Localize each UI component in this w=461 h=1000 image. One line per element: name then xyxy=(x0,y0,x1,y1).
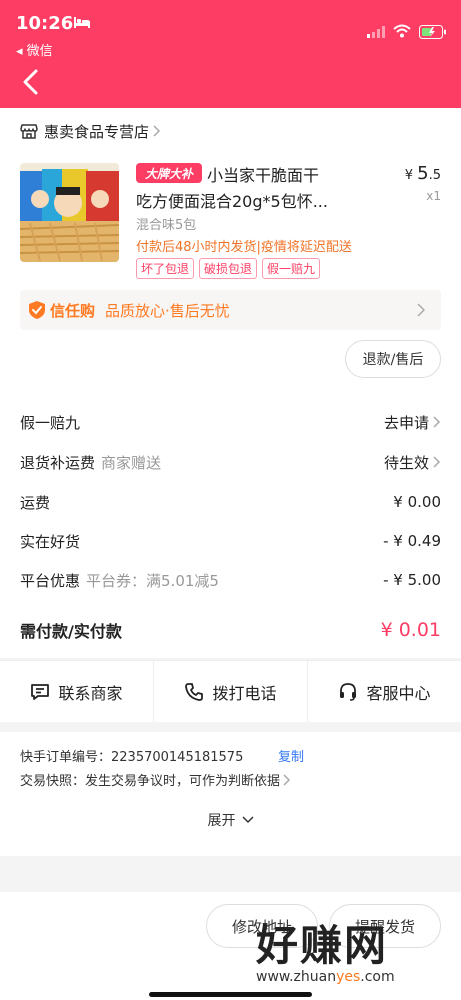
product-title-line1[interactable]: 小当家干脆面干 xyxy=(207,162,319,186)
guarantee-tags: 坏了包退 破损包退 假一赔九 xyxy=(136,258,321,279)
wifi-icon xyxy=(393,24,411,38)
price-integer: 5 xyxy=(417,163,429,184)
product-thumbnail[interactable] xyxy=(20,163,119,262)
trade-snapshot-link[interactable]: 交易快照：发生交易争议时，可作为判断依据 xyxy=(20,770,291,789)
brand-badge: 大牌大补 xyxy=(136,163,202,183)
product-image xyxy=(20,163,119,262)
row-label: 运费 xyxy=(20,493,51,512)
shipping-fee-row: 运费 ¥ 0.00 xyxy=(20,490,441,514)
chevron-right-icon xyxy=(433,416,441,428)
call-phone-label: 拨打电话 xyxy=(212,683,277,703)
expand-label: 展开 xyxy=(207,813,236,829)
order-details-card: 快手订单编号：2235700145181575 复制 交易快照：发生交易争议时，… xyxy=(0,732,461,856)
chevron-right-icon xyxy=(433,456,441,468)
chevron-right-icon xyxy=(153,125,161,137)
trust-name: 信任购 xyxy=(50,301,96,320)
refund-aftersale-button[interactable]: 退款/售后 xyxy=(345,340,441,378)
watermark-url-part: .com xyxy=(360,969,395,985)
total-row: 需付款/实付款 ¥ 0.01 xyxy=(20,618,441,642)
shop-name: 惠卖食品专营店 xyxy=(44,122,150,141)
copy-button[interactable]: 复制 xyxy=(278,746,304,765)
shipping-note: 付款后48小时内发货|疫情将延迟配送 xyxy=(136,240,352,255)
home-indicator xyxy=(149,992,312,997)
phone-icon xyxy=(185,682,204,701)
product-price: ¥ 5.5 xyxy=(405,163,441,184)
watermark-url-part: yes xyxy=(336,969,361,985)
trust-description: 品质放心·售后无忧 xyxy=(105,301,230,320)
row-label: 平台优惠 xyxy=(20,571,81,590)
status-bar: 10:26 ◂ 微信 xyxy=(0,0,461,59)
order-card: 惠卖食品专营店 大牌大补 小当家干脆面干 吃方便面混合20g*5包怀... ¥ … xyxy=(0,108,461,658)
fake-compensation-row[interactable]: 假一赔九 去申请 xyxy=(20,410,441,434)
shop-row[interactable]: 惠卖食品专营店 xyxy=(20,120,167,142)
shield-check-icon xyxy=(29,301,45,319)
store-icon xyxy=(20,124,38,139)
back-arrow-icon[interactable] xyxy=(20,68,44,96)
product-variant: 混合味5包 xyxy=(136,218,197,233)
order-number-label: 快手订单编号： xyxy=(20,750,112,765)
top-header: 10:26 ◂ 微信 xyxy=(0,0,461,108)
price-symbol: ¥ xyxy=(404,168,413,183)
row-label: 退货补运费 xyxy=(20,453,96,472)
order-number-value: 2235700145181575 xyxy=(111,750,244,765)
price-decimal: .5 xyxy=(428,168,441,183)
total-value: ¥ 0.01 xyxy=(380,619,441,641)
cellular-signal-icon xyxy=(367,26,385,38)
guarantee-tag: 坏了包退 xyxy=(136,258,195,279)
headset-icon xyxy=(340,682,357,701)
site-watermark: 好赚网 www.zhuanyes.com xyxy=(256,912,456,992)
row-value: 待生效 xyxy=(384,452,441,473)
trade-snapshot-text: 交易快照：发生交易争议时，可作为判断依据 xyxy=(20,774,281,789)
watermark-url-part: www.zhuan xyxy=(256,969,337,985)
row-sub: 商家赠送 xyxy=(101,453,162,472)
status-time: 10:26 xyxy=(16,13,74,34)
battery-icon xyxy=(419,25,446,39)
row-value: 去申请 xyxy=(384,412,441,433)
row-sub: 平台券：满5.01减5 xyxy=(86,571,219,590)
guarantee-tag: 破损包退 xyxy=(199,258,258,279)
good-deal-row: 实在好货 - ¥ 0.49 xyxy=(20,529,441,553)
platform-discount-row: 平台优惠 平台券：满5.01减5 - ¥ 5.00 xyxy=(20,568,441,592)
watermark-title: 好赚网 xyxy=(256,921,389,970)
row-label: 假一赔九 xyxy=(20,413,81,432)
row-value: - ¥ 5.00 xyxy=(383,571,441,589)
chevron-right-icon xyxy=(417,303,425,317)
return-shipping-row[interactable]: 退货补运费 商家赠送 待生效 xyxy=(20,450,441,474)
chevron-down-icon xyxy=(241,816,254,824)
back-to-app-link[interactable]: ◂ 微信 xyxy=(16,40,53,59)
order-number: 快手订单编号：2235700145181575 xyxy=(20,746,243,765)
expand-button[interactable]: 展开 xyxy=(0,810,461,830)
contact-merchant-label: 联系商家 xyxy=(58,683,123,703)
row-value: - ¥ 0.49 xyxy=(383,532,441,550)
customer-service-button[interactable]: 客服中心 xyxy=(308,661,461,722)
guarantee-tag: 假一赔九 xyxy=(262,258,321,279)
product-title-line2[interactable]: 吃方便面混合20g*5包怀... xyxy=(136,188,328,212)
chevron-right-icon xyxy=(283,773,291,786)
customer-service-label: 客服中心 xyxy=(366,683,431,703)
total-label: 需付款/实付款 xyxy=(20,622,122,641)
row-value: ¥ 0.00 xyxy=(393,493,441,511)
message-icon xyxy=(31,683,50,700)
bed-icon xyxy=(74,17,90,28)
product-quantity: x1 xyxy=(426,189,441,203)
row-label: 实在好货 xyxy=(20,532,81,551)
call-phone-button[interactable]: 拨打电话 xyxy=(154,661,308,722)
apply-link[interactable]: 去申请 xyxy=(384,412,429,433)
watermark-url: www.zhuanyes.com xyxy=(256,969,456,985)
trust-purchase-bar[interactable]: 信任购 品质放心·售后无忧 xyxy=(20,290,441,330)
contact-merchant-button[interactable]: 联系商家 xyxy=(0,661,154,722)
status-text: 待生效 xyxy=(383,453,429,472)
contact-bar: 联系商家 拨打电话 客服中心 xyxy=(0,660,461,722)
